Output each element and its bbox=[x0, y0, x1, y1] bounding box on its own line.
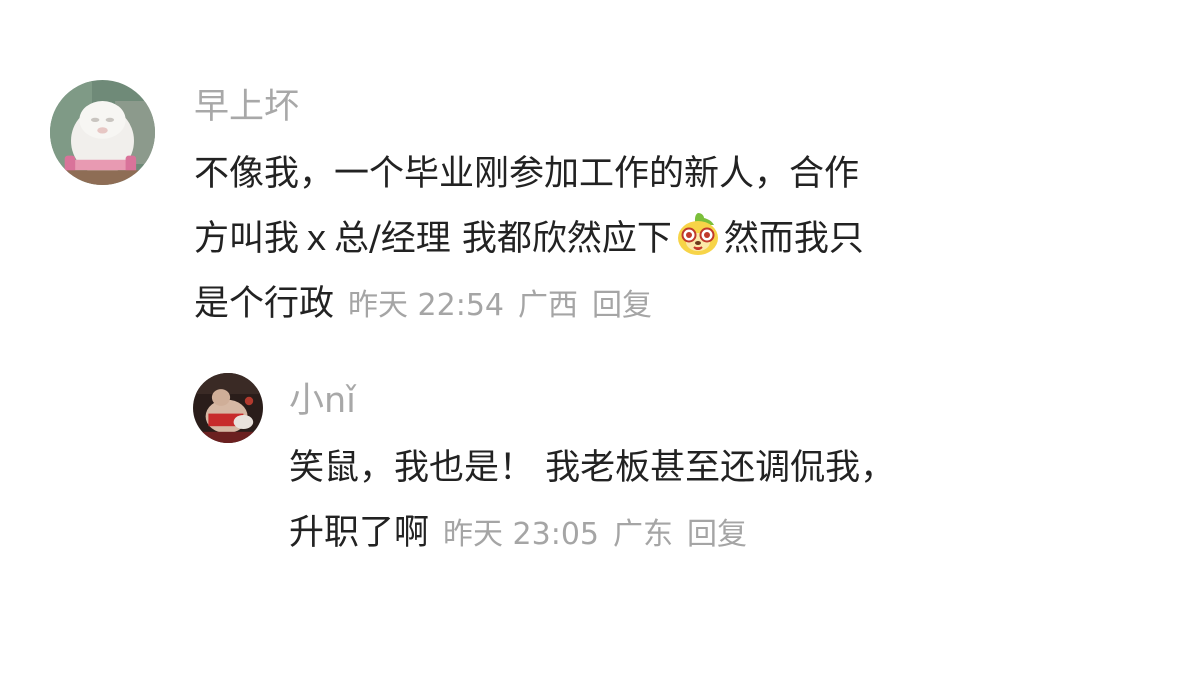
comment-line-text: 然而我只 bbox=[723, 219, 864, 259]
comment-meta: 昨天 22:54 广西 回复 bbox=[348, 288, 652, 323]
white-fluffy-creature-avatar-icon bbox=[50, 80, 155, 185]
comment-meta: 昨天 23:05 广东 回复 bbox=[443, 517, 747, 552]
comment-thread: 早上坏 不像我，一个毕业刚参加工作的新人，合作 方叫我ｘ总/经理 我都欣然应下 … bbox=[0, 0, 1179, 677]
reply-button[interactable]: 回复 bbox=[592, 288, 652, 323]
comment-body: 不像我，一个毕业刚参加工作的新人，合作 方叫我ｘ总/经理 我都欣然应下 然而我只… bbox=[194, 142, 864, 338]
comment-username[interactable]: 小nǐ bbox=[289, 381, 356, 421]
comment-line-text: 方叫我ｘ总/经理 我都欣然应下 bbox=[194, 219, 672, 259]
comment-line: 升职了啊 昨天 23:05 广东 回复 bbox=[289, 501, 895, 567]
avatar[interactable] bbox=[50, 80, 155, 185]
comment-line: 方叫我ｘ总/经理 我都欣然应下 然而我只 bbox=[194, 207, 864, 272]
comment-line-text: 升职了啊 bbox=[289, 513, 430, 553]
comment-time: 昨天 22:54 bbox=[348, 288, 505, 323]
comment-line-text: 是个行政 bbox=[194, 284, 335, 324]
avatar[interactable] bbox=[193, 373, 263, 443]
comment-location: 广东 bbox=[613, 517, 674, 552]
comment-line: 不像我，一个毕业刚参加工作的新人，合作 bbox=[194, 154, 860, 194]
comment-line: 是个行政 昨天 22:54 广西 回复 bbox=[194, 272, 864, 338]
lemon-face-emoji-icon bbox=[674, 210, 722, 258]
comment-location: 广西 bbox=[518, 288, 579, 323]
wrestler-avatar-icon bbox=[193, 373, 263, 443]
comment-body: 笑鼠，我也是！ 我老板甚至还调侃我， 升职了啊 昨天 23:05 广东 回复 bbox=[289, 436, 895, 567]
comment-line: 笑鼠，我也是！ 我老板甚至还调侃我， bbox=[289, 448, 896, 488]
comment-time: 昨天 23:05 bbox=[443, 517, 600, 552]
comment-username[interactable]: 早上坏 bbox=[194, 87, 299, 127]
reply-button[interactable]: 回复 bbox=[687, 517, 747, 552]
